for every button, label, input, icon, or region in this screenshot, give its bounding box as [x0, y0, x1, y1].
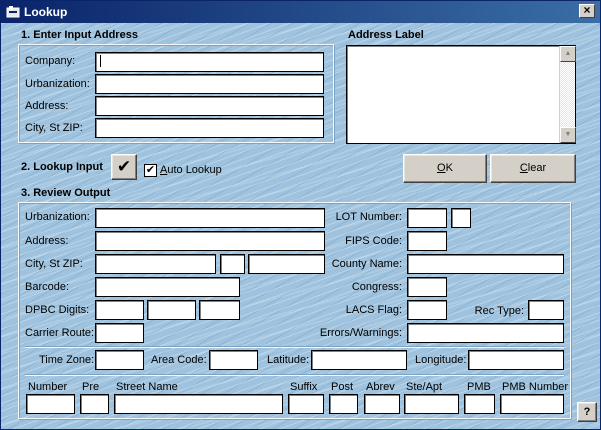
longitude-field[interactable]	[468, 350, 564, 370]
checkmark-icon: ✔	[116, 157, 132, 176]
clear-button[interactable]: Clear	[490, 154, 576, 183]
output-urbanization-field[interactable]	[95, 208, 325, 228]
street-name-field[interactable]	[114, 394, 283, 414]
dpbc-label: DPBC Digits:	[25, 304, 90, 316]
window-title: Lookup	[24, 5, 68, 19]
ste-apt-field[interactable]	[404, 394, 459, 414]
app-icon	[6, 6, 20, 18]
area-code-field[interactable]	[209, 350, 258, 370]
output-address-label: Address:	[25, 235, 69, 247]
scroll-up-icon[interactable]: ▲	[560, 46, 576, 62]
number-header: Number	[28, 381, 68, 393]
input-citystzip-field[interactable]	[95, 118, 324, 138]
suffix-header: Suffix	[290, 381, 318, 393]
output-citystzip-label: City, St ZIP:	[25, 258, 83, 270]
post-header: Post	[331, 381, 354, 393]
errors-warnings-label: Errors/Warnings:	[319, 327, 402, 339]
congress-field[interactable]	[407, 277, 447, 297]
rec-type-label: Rec Type:	[474, 305, 524, 317]
input-citystzip-label: City, St ZIP:	[25, 122, 83, 134]
lacs-flag-label: LACS Flag:	[345, 304, 402, 316]
output-address-field[interactable]	[95, 231, 325, 251]
suffix-field[interactable]	[288, 394, 324, 414]
county-name-field[interactable]	[407, 254, 564, 274]
ste-apt-header: Ste/Apt	[406, 381, 443, 393]
street-name-header: Street Name	[116, 381, 178, 393]
divider	[25, 374, 564, 376]
pmb-number-field[interactable]	[500, 394, 564, 414]
dpbc-field-2[interactable]	[147, 300, 196, 320]
help-button[interactable]: ?	[577, 402, 597, 422]
input-address-field[interactable]	[95, 96, 324, 116]
rec-type-field[interactable]	[528, 300, 564, 320]
number-field[interactable]	[26, 394, 75, 414]
county-name-label: County Name:	[331, 258, 402, 270]
lacs-flag-field[interactable]	[407, 300, 447, 320]
output-urbanization-label: Urbanization:	[25, 211, 90, 223]
pmb-number-header: PMB Number	[502, 381, 569, 393]
close-icon: ×	[583, 3, 591, 17]
errors-warnings-field[interactable]	[407, 323, 564, 343]
dpbc-field-1[interactable]	[95, 300, 144, 320]
abrev-field[interactable]	[364, 394, 400, 414]
address-label-heading: Address Label	[348, 29, 424, 41]
output-city-field[interactable]	[95, 254, 216, 274]
fips-code-field[interactable]	[407, 231, 447, 251]
divider	[25, 346, 564, 348]
area-code-label: Area Code:	[151, 354, 207, 366]
company-label: Company:	[25, 55, 76, 67]
company-input[interactable]	[95, 52, 324, 72]
congress-label: Congress:	[351, 281, 402, 293]
dpbc-field-3[interactable]	[199, 300, 240, 320]
output-state-field[interactable]	[220, 254, 245, 274]
latitude-label: Latitude:	[267, 354, 310, 366]
output-section-heading: 3. Review Output	[21, 187, 111, 199]
carrier-route-field[interactable]	[95, 323, 144, 343]
text-cursor	[100, 55, 101, 68]
fips-code-label: FIPS Code:	[345, 235, 402, 247]
memo-scrollbar[interactable]: ▲ ▼	[559, 46, 576, 143]
scroll-down-icon[interactable]: ▼	[560, 127, 576, 143]
carrier-route-label: Carrier Route:	[25, 327, 95, 339]
title-bar[interactable]: Lookup ×	[1, 1, 600, 23]
pre-field[interactable]	[80, 394, 109, 414]
address-label-memo[interactable]: ▲ ▼	[346, 45, 576, 144]
input-address-label: Address:	[25, 100, 69, 112]
input-section-heading: 1. Enter Input Address	[21, 29, 138, 41]
time-zone-field[interactable]	[95, 350, 144, 370]
lot-number-label: LOT Number:	[335, 211, 402, 223]
ok-text: K	[445, 162, 453, 174]
longitude-label: Longitude:	[415, 354, 467, 366]
clear-accel: C	[519, 162, 528, 174]
clear-text: lear	[527, 162, 547, 174]
barcode-field[interactable]	[95, 277, 240, 297]
input-urbanization-label: Urbanization:	[25, 78, 90, 90]
latitude-field[interactable]	[311, 350, 407, 370]
lookup-button[interactable]: ✔	[111, 154, 137, 180]
lot-order-field[interactable]	[451, 208, 471, 228]
auto-lookup-text: uto Lookup	[167, 164, 222, 176]
pre-header: Pre	[82, 381, 100, 393]
auto-lookup-label[interactable]: Auto Lookup	[160, 164, 222, 176]
abrev-header: Abrev	[366, 381, 395, 393]
pmb-header: PMB	[467, 381, 491, 393]
post-field[interactable]	[329, 394, 358, 414]
input-urbanization-field[interactable]	[95, 74, 324, 94]
help-icon: ?	[583, 406, 591, 418]
ok-accel: O	[437, 162, 446, 174]
barcode-label: Barcode:	[25, 281, 70, 293]
ok-button[interactable]: OK	[403, 154, 487, 183]
auto-lookup-checkbox[interactable]: ✔	[144, 164, 157, 177]
pmb-field[interactable]	[464, 394, 495, 414]
lookup-window: Lookup × 1. Enter Input Address Company:…	[0, 0, 601, 430]
lot-number-field[interactable]	[407, 208, 447, 228]
time-zone-label: Time Zone:	[39, 354, 95, 366]
close-button[interactable]: ×	[579, 4, 595, 18]
lookup-section-heading: 2. Lookup Input	[21, 161, 103, 173]
